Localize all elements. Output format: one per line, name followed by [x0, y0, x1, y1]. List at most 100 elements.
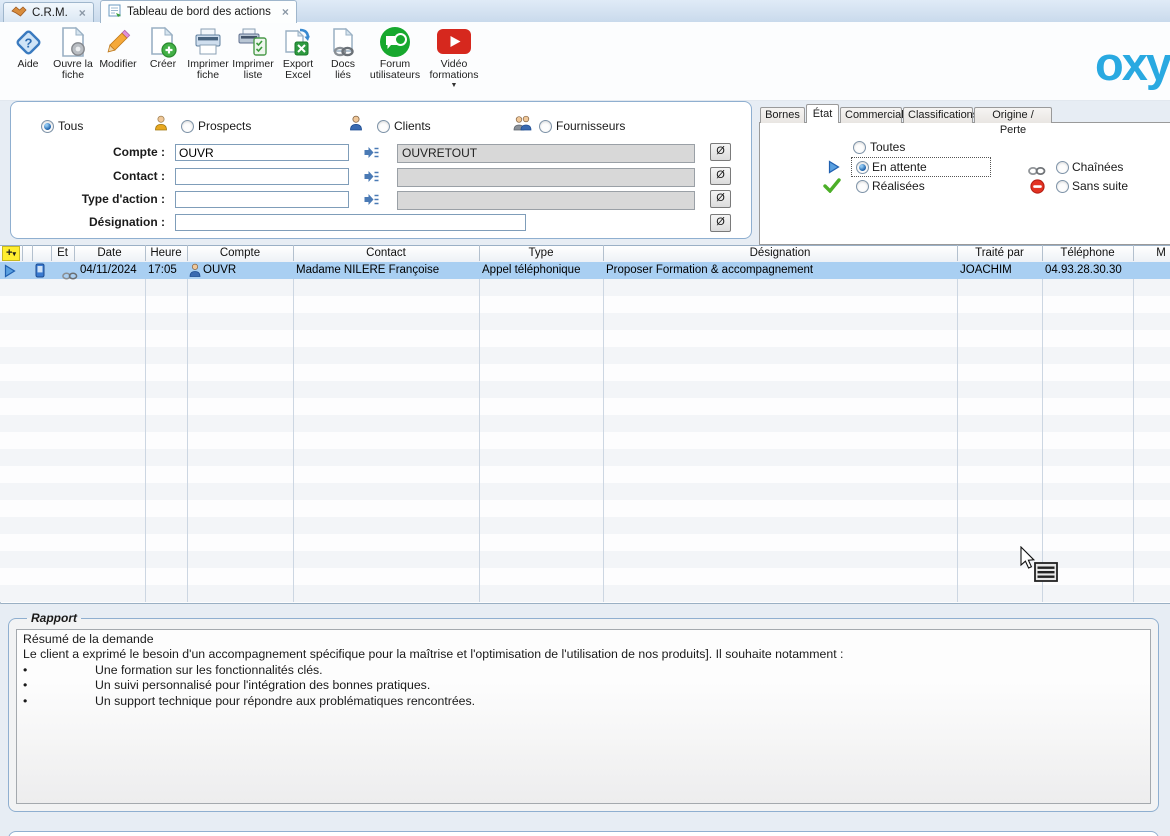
radio-clients-label: Clients — [394, 119, 431, 133]
radio-fournisseurs-label: Fournisseurs — [556, 119, 625, 133]
imprimer-liste-button[interactable]: Imprimer liste — [231, 24, 275, 82]
compte-input[interactable] — [175, 144, 349, 161]
radio-tous-label: Tous — [58, 119, 83, 133]
tab-bornes[interactable]: Bornes — [760, 107, 805, 123]
tab-commercial[interactable]: Commercial — [840, 107, 902, 123]
radio-chainees[interactable] — [1056, 161, 1069, 174]
close-icon[interactable]: × — [79, 6, 86, 20]
check-icon — [823, 178, 841, 198]
modifier-button[interactable]: Modifier — [96, 24, 140, 71]
clear-compte-button[interactable]: Ø — [710, 143, 731, 161]
tab-tableau-de-bord[interactable]: Tableau de bord des actions × — [100, 0, 297, 23]
ouvre-la-fiche-button[interactable]: Ouvre la fiche — [51, 24, 95, 82]
col-header-traite-par[interactable]: Traité par — [957, 246, 1042, 260]
tab-origine-perte[interactable]: Origine / Perte — [974, 107, 1052, 123]
radio-en-attente-label: En attente — [872, 160, 927, 174]
radio-chainees-label: Chaînées — [1072, 160, 1123, 174]
toolbar: ? Aide Ouvre la fiche Modifier Créer Imp… — [0, 22, 1170, 101]
prospect-person-icon — [154, 115, 168, 136]
printer-icon — [193, 25, 223, 59]
bullet-glyph: • — [23, 678, 37, 693]
tab-label: Tableau de bord des actions — [127, 6, 271, 18]
col-header-designation[interactable]: Désignation — [603, 246, 957, 260]
clear-type-action-button[interactable]: Ø — [710, 190, 731, 208]
crm-window: C.R.M. × Tableau de bord des actions × ?… — [0, 0, 1170, 836]
close-icon[interactable]: × — [282, 5, 289, 19]
imprimer-fiche-button[interactable]: Imprimer fiche — [186, 24, 230, 82]
designation-label: Désignation : — [10, 215, 165, 229]
col-header-date[interactable]: Date — [74, 246, 145, 260]
new-record-icon — [148, 25, 178, 59]
radio-clients[interactable] — [377, 120, 390, 133]
col-header-et[interactable]: Et — [51, 246, 74, 260]
report-line: Résumé de la demande — [23, 632, 1144, 647]
report-legend: Rapport — [27, 611, 81, 625]
clear-contact-button[interactable]: Ø — [710, 167, 731, 185]
col-header-type[interactable]: Type — [479, 246, 603, 260]
oxygene-logo: oxyg — [1095, 40, 1170, 95]
body-column-dividers — [0, 262, 1170, 602]
report-section: Rapport Résumé de la demande Le client a… — [8, 611, 1159, 812]
client-person-icon — [349, 115, 363, 136]
printer-list-icon — [237, 25, 269, 59]
row-phone-icon — [35, 263, 45, 283]
radio-realisees[interactable] — [856, 180, 869, 193]
row-account-person-icon — [189, 263, 201, 282]
radio-toutes[interactable] — [853, 141, 866, 154]
tab-etat[interactable]: État — [806, 104, 839, 123]
row-telephone: 04.93.28.30.30 — [1045, 263, 1122, 277]
tab-classifications[interactable]: Classifications — [903, 107, 973, 123]
row-contact: Madame NILERE Françoise — [296, 263, 439, 277]
clear-designation-button[interactable]: Ø — [710, 214, 731, 232]
actions-list-icon — [108, 4, 122, 20]
video-formations-button[interactable]: Vidéo formations ▼ — [425, 24, 483, 90]
type-action-lookup-icon[interactable] — [364, 193, 379, 211]
video-play-icon — [436, 25, 472, 59]
type-action-input[interactable] — [175, 191, 349, 208]
help-diamond-icon: ? — [12, 25, 44, 59]
radio-tous[interactable] — [41, 120, 54, 133]
compte-lookup-icon[interactable] — [364, 146, 379, 164]
radio-sans-suite[interactable] — [1056, 180, 1069, 193]
tab-crm[interactable]: C.R.M. × — [3, 2, 94, 22]
export-excel-button[interactable]: Export Excel — [276, 24, 320, 82]
radio-prospects[interactable] — [181, 120, 194, 133]
col-header-telephone[interactable]: Téléphone — [1042, 246, 1133, 260]
chevron-down-icon[interactable]: ▼ — [451, 82, 458, 89]
svg-text:?: ? — [25, 36, 33, 51]
radio-en-attente[interactable] — [856, 161, 869, 174]
report-bullet-item: • Une formation sur les fonctionnalités … — [23, 663, 1144, 678]
row-date: 04/11/2024 — [80, 263, 137, 277]
radio-toutes-label: Toutes — [870, 140, 905, 154]
report-textarea[interactable]: Résumé de la demande Le client a exprimé… — [16, 629, 1151, 804]
radio-fournisseurs[interactable] — [539, 120, 552, 133]
creer-button[interactable]: Créer — [141, 24, 185, 71]
contact-input[interactable] — [175, 168, 349, 185]
type-action-linked-field — [397, 191, 695, 210]
column-chooser-button[interactable]: +▾ — [2, 246, 20, 261]
col-header-compte[interactable]: Compte — [187, 246, 293, 260]
window-tab-bar: C.R.M. × Tableau de bord des actions × — [0, 0, 1170, 23]
contact-lookup-icon[interactable] — [364, 170, 379, 188]
col-header-contact[interactable]: Contact — [293, 246, 479, 260]
compte-linked-field: OUVRETOUT — [397, 144, 695, 163]
docs-lies-button[interactable]: Docs liés — [321, 24, 365, 82]
report-bullet-item: • Un support technique pour répondre aux… — [23, 694, 1144, 709]
report-line: Le client a exprimé le besoin d'un accom… — [23, 647, 1144, 662]
compte-label: Compte : — [10, 145, 165, 159]
radio-sans-suite-label: Sans suite — [1072, 179, 1128, 193]
contact-linked-field — [397, 168, 695, 187]
forum-chat-icon — [378, 25, 412, 59]
bullet-glyph: • — [23, 694, 37, 709]
excel-export-icon — [283, 25, 313, 59]
linked-docs-icon — [328, 25, 358, 59]
col-header-heure[interactable]: Heure — [145, 246, 187, 260]
designation-input[interactable] — [175, 214, 526, 231]
fournisseur-group-icon — [513, 115, 532, 136]
forum-utilisateurs-button[interactable]: Forum utilisateurs — [366, 24, 424, 82]
col-header-mobile[interactable]: M — [1133, 246, 1170, 260]
contact-label: Contact : — [10, 169, 165, 183]
aide-button[interactable]: ? Aide — [6, 24, 50, 71]
row-traite-par: JOACHIM — [960, 263, 1012, 277]
pencil-icon — [102, 25, 134, 59]
